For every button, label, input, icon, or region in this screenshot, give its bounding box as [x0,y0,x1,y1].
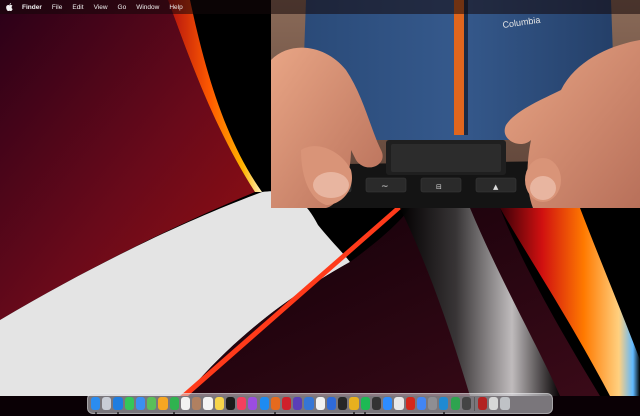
menu-bar: Finder File Edit View Go Window Help [0,0,640,14]
dock-separator [473,396,475,411]
preview-icon[interactable] [394,397,404,410]
messages-icon[interactable] [124,397,134,410]
menu-help[interactable]: Help [169,4,182,11]
apple-icon[interactable] [6,3,14,12]
webcam-overlay: Columbia ~ ⊟ ▲ [271,0,640,208]
firefox-icon[interactable] [270,397,280,414]
console-icon[interactable] [461,397,471,410]
downloads-icon[interactable] [489,397,499,410]
running-indicator [274,412,277,414]
webcam-feed: Columbia ~ ⊟ ▲ [271,0,640,208]
calendar-icon[interactable] [180,397,191,410]
podcasts-icon[interactable] [248,397,258,410]
running-indicator [364,412,367,414]
menu-app-name[interactable]: Finder [22,4,42,11]
zoom-icon[interactable] [383,397,393,410]
facetime-icon[interactable] [169,397,179,414]
contacts-icon[interactable] [192,397,202,410]
maps-icon[interactable] [147,397,157,410]
appstore-icon[interactable] [259,397,269,410]
acrobat-icon[interactable] [405,397,415,410]
spotify-icon[interactable] [360,397,370,414]
recording-icon[interactable] [477,397,488,410]
xcode-icon[interactable] [326,397,337,410]
notes-icon[interactable] [214,397,224,410]
mail-icon[interactable] [135,397,146,410]
settings-icon[interactable] [428,397,438,410]
safari-icon[interactable] [113,397,123,414]
checkbox-icon[interactable] [293,397,303,410]
menu-edit[interactable]: Edit [72,4,83,11]
music-icon[interactable] [237,397,247,410]
menu-go[interactable]: Go [118,4,127,11]
running-indicator [117,412,120,414]
photos-icon[interactable] [158,397,168,410]
launchpad-icon[interactable] [102,397,112,410]
docs-icon[interactable] [416,397,426,410]
keyboard-key-2: ⊟ [436,183,442,191]
chrome-icon[interactable] [349,397,359,414]
menu-file[interactable]: File [52,4,62,11]
menu-window[interactable]: Window [136,4,159,11]
trash-icon[interactable] [500,397,510,410]
running-indicator [94,412,97,414]
notion-icon[interactable] [315,397,325,410]
tv-icon[interactable] [225,397,235,410]
opera-icon[interactable] [281,397,292,410]
running-indicator [352,412,355,414]
vscode-icon[interactable] [439,397,449,414]
menu-view[interactable]: View [94,4,108,11]
keyboard-key-3: ▲ [493,183,499,191]
dock [87,393,553,414]
keyboard-key-1: ~ [381,182,389,192]
script-icon[interactable] [450,397,460,410]
reminders-icon[interactable] [203,397,213,410]
editor-icon[interactable] [304,397,314,410]
running-indicator [173,412,176,414]
running-indicator [442,412,445,414]
activity-icon[interactable] [371,397,382,410]
finder-icon[interactable] [91,397,101,414]
terminal-icon[interactable] [338,397,348,410]
